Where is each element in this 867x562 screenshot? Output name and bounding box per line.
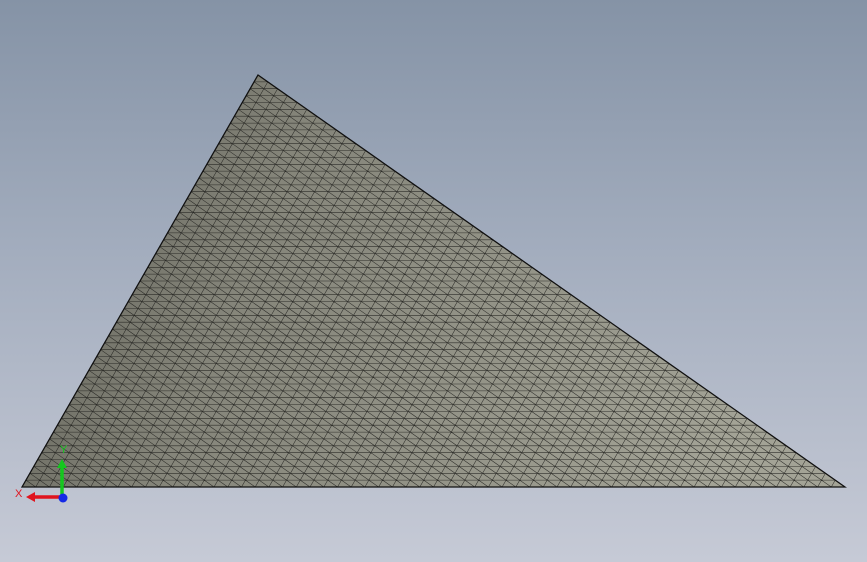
graphics-viewport[interactable]: X Y [0, 0, 867, 562]
triad-x-label: X [15, 488, 23, 500]
triad-y-label: Y [60, 444, 68, 456]
triad-z-axis [58, 493, 68, 503]
triangle-part[interactable] [20, 74, 847, 488]
mesh-edges [22, 75, 845, 487]
mesh-edge-lines [22, 75, 845, 487]
triad-x-arrowhead [26, 492, 35, 502]
